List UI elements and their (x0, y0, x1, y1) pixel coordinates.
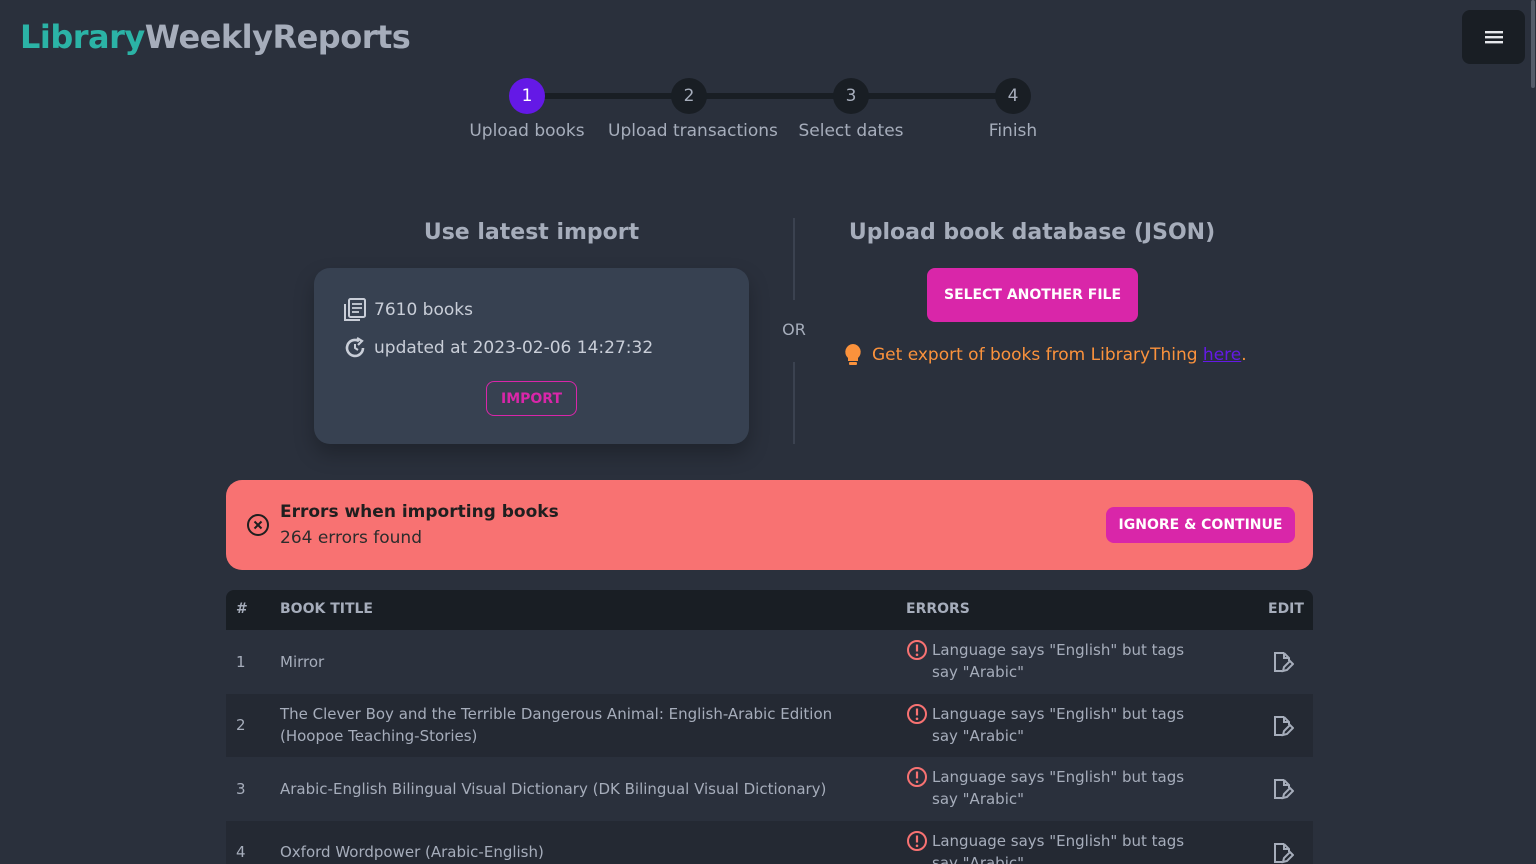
latest-import-title: Use latest import (423, 220, 640, 245)
edit-button[interactable] (1270, 650, 1295, 678)
select-another-file-button[interactable]: SELECT ANOTHER FILE (927, 268, 1138, 322)
row-number: 1 (236, 652, 246, 671)
step-finish[interactable]: 4 Finish (932, 78, 1094, 141)
latest-import-card: 7610 books updated at 2023-02-06 14:27:3… (314, 268, 749, 444)
error-text: Language says "English" but tags say "Ar… (932, 831, 1185, 864)
row-number: 3 (236, 779, 246, 798)
step-number: 1 (509, 78, 545, 114)
librarything-link[interactable]: here (1203, 345, 1241, 365)
import-errors-alert: Errors when importing books 264 errors f… (226, 480, 1313, 570)
edit-button[interactable] (1270, 841, 1295, 864)
step-upload-books[interactable]: 1 Upload books (446, 78, 608, 141)
upload-title: Upload book database (JSON) (848, 220, 1216, 245)
table-row: 3 Arabic-English Bilingual Visual Dictio… (226, 757, 1313, 821)
header-edit: EDIT (1268, 601, 1304, 617)
books-icon (344, 298, 366, 321)
edit-button[interactable] (1270, 714, 1295, 742)
lightbulb-icon (845, 344, 861, 365)
error-text: Language says "English" but tags say "Ar… (932, 641, 1185, 681)
row-number: 2 (236, 716, 246, 735)
step-number: 3 (833, 78, 869, 114)
error-text: Language says "English" but tags say "Ar… (932, 704, 1185, 745)
step-label: Upload transactions (608, 121, 778, 141)
export-hint: Get export of books from LibraryThing he… (842, 342, 1247, 368)
import-button[interactable]: IMPORT (486, 381, 577, 416)
circle-exclamation-icon (907, 767, 927, 787)
row-title: Oxford Wordpower (Arabic-English) (280, 843, 544, 862)
step-label: Upload books (469, 121, 585, 141)
errors-table: # BOOK TITLE ERRORS EDIT 1 Mirror Langua… (226, 590, 1313, 864)
hint-text: Get export of books from LibraryThing (872, 345, 1198, 365)
row-error: Language says "English" but tags say "Ar… (906, 830, 1206, 864)
row-error: Language says "English" but tags say "Ar… (906, 639, 1206, 683)
step-select-dates[interactable]: 3 Select dates (770, 78, 932, 141)
circle-exclamation-icon (907, 640, 927, 660)
file-edit-icon (1274, 715, 1295, 736)
row-title: The Clever Boy and the Terrible Dangerou… (280, 705, 833, 746)
alert-title: Errors when importing books (280, 502, 559, 522)
divider (793, 362, 795, 444)
step-number: 4 (995, 78, 1031, 114)
brand-logo[interactable]: LibraryWeeklyReports (20, 18, 411, 56)
stepper: 1 Upload books 2 Upload transactions 3 S… (446, 78, 1094, 148)
brand-part1: Library (20, 18, 145, 56)
menu-button[interactable] (1462, 10, 1525, 64)
step-label: Select dates (798, 121, 904, 141)
history-icon (345, 337, 365, 358)
hint-end: . (1241, 345, 1247, 365)
updated-at: updated at 2023-02-06 14:27:32 (374, 338, 654, 358)
row-error: Language says "English" but tags say "Ar… (906, 766, 1206, 810)
step-number: 2 (671, 78, 707, 114)
header-num: # (236, 601, 248, 617)
header: LibraryWeeklyReports (0, 0, 1536, 76)
books-count-row: 7610 books (342, 297, 473, 323)
table-row: 2 The Clever Boy and the Terrible Danger… (226, 693, 1313, 757)
table-row: 4 Oxford Wordpower (Arabic-English) Lang… (226, 820, 1313, 864)
ignore-continue-button[interactable]: IGNORE & CONTINUE (1106, 507, 1295, 543)
header-errors: ERRORS (906, 601, 970, 617)
updated-row: updated at 2023-02-06 14:27:32 (342, 335, 653, 361)
circle-exclamation-icon (907, 830, 927, 851)
or-label: OR (782, 320, 806, 339)
brand-part2: WeeklyReports (144, 18, 411, 56)
step-label: Finish (988, 121, 1038, 141)
header-book-title: BOOK TITLE (280, 601, 373, 617)
table-row: 1 Mirror Language says "English" but tag… (226, 630, 1313, 694)
row-number: 4 (236, 843, 246, 862)
step-upload-transactions[interactable]: 2 Upload transactions (608, 78, 778, 141)
scrollbar-thumb[interactable] (1531, 0, 1535, 88)
row-error: Language says "English" but tags say "Ar… (906, 703, 1206, 747)
file-edit-icon (1274, 652, 1295, 673)
divider (793, 218, 795, 300)
table-header: # BOOK TITLE ERRORS EDIT (226, 590, 1313, 630)
hamburger-menu-icon (1484, 31, 1503, 44)
error-text: Language says "English" but tags say "Ar… (932, 768, 1185, 808)
row-title: Mirror (280, 652, 325, 671)
file-edit-icon (1274, 779, 1295, 800)
books-count: 7610 books (374, 300, 473, 320)
alert-subtitle: 264 errors found (280, 528, 422, 548)
scrollbar[interactable] (1530, 0, 1536, 864)
row-title: Arabic-English Bilingual Visual Dictiona… (280, 779, 827, 798)
edit-button[interactable] (1270, 777, 1295, 805)
file-edit-icon (1274, 842, 1295, 863)
circle-x-icon (247, 514, 269, 536)
circle-exclamation-icon (907, 703, 927, 724)
